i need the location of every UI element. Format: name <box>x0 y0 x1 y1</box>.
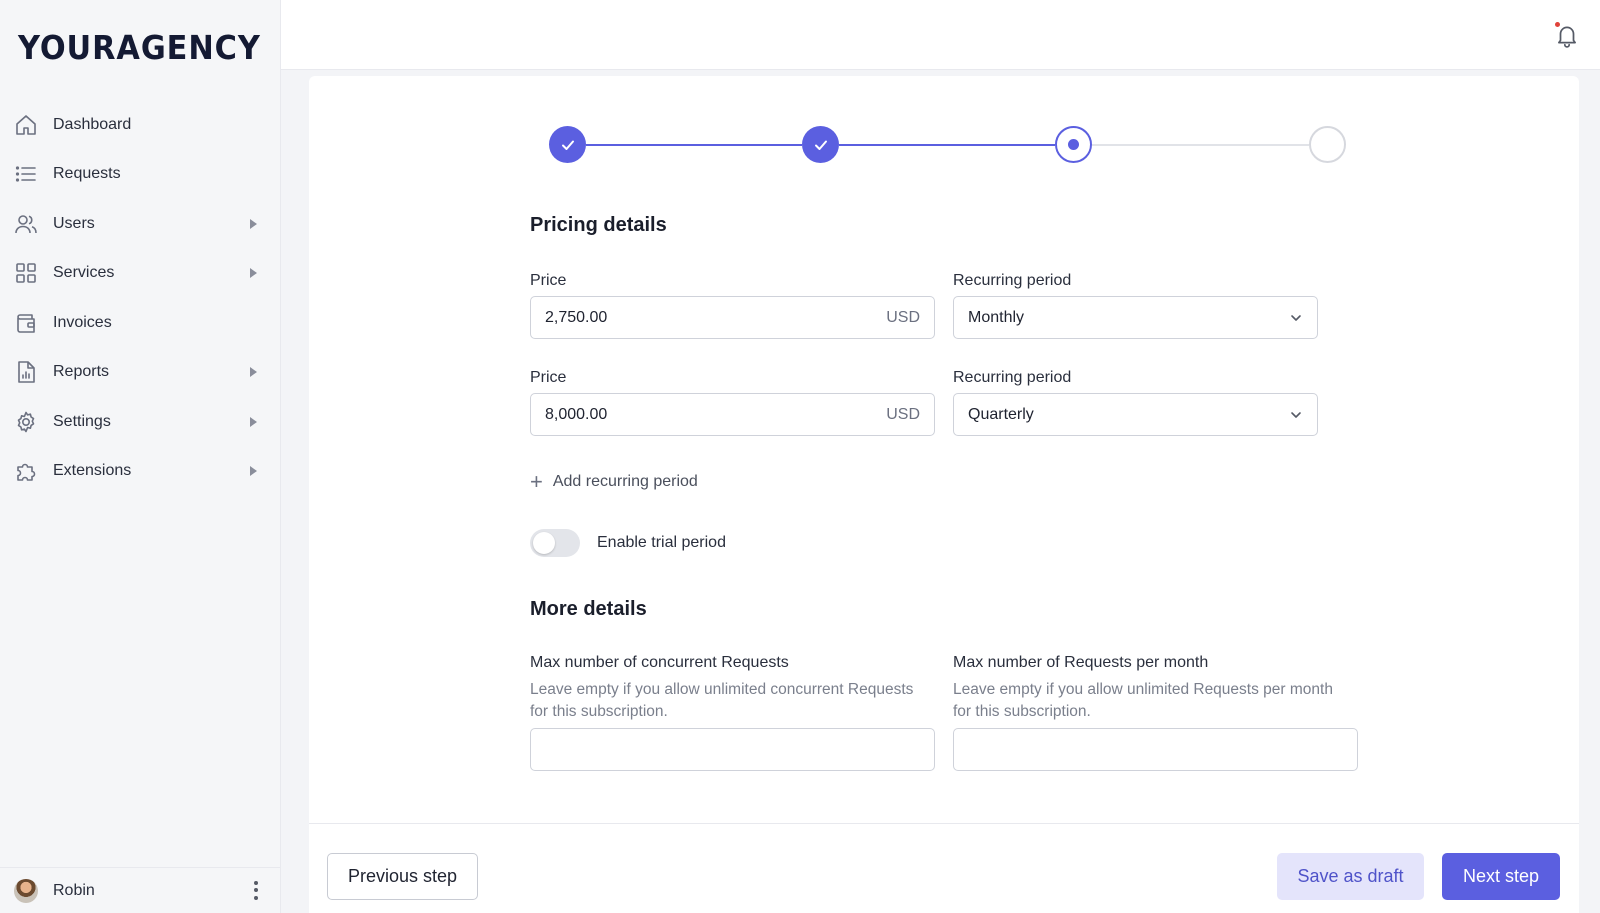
sidebar-item-reports[interactable]: Reports <box>0 348 281 398</box>
sidebar-item-label: Dashboard <box>53 115 132 133</box>
step-2[interactable] <box>802 126 839 163</box>
check-icon <box>814 140 827 150</box>
chevron-down-icon <box>1291 411 1301 418</box>
wallet-icon <box>14 311 38 335</box>
recurring-period-value: Quarterly <box>968 405 1034 423</box>
sidebar-item-invoices[interactable]: Invoices <box>0 298 281 348</box>
sidebar-item-services[interactable]: Services <box>0 249 281 299</box>
sidebar-nav: Dashboard Requests Users Services Invoic… <box>0 100 281 496</box>
step-4[interactable] <box>1309 126 1346 163</box>
sidebar-item-label: Users <box>53 214 95 232</box>
sidebar-item-extensions[interactable]: Extensions <box>0 447 281 497</box>
toggle-knob <box>533 532 555 554</box>
sidebar: YOURAGENCY Dashboard Requests Users Serv… <box>0 0 281 913</box>
requests-per-month-help: Leave empty if you allow unlimited Reque… <box>953 679 1333 723</box>
sidebar-item-label: Invoices <box>53 313 112 331</box>
help-text-line: Leave empty if you allow unlimited Reque… <box>953 681 1333 698</box>
currency-suffix: USD <box>886 308 920 326</box>
price-label: Price <box>530 272 567 289</box>
avatar <box>14 878 38 903</box>
sidebar-item-requests[interactable]: Requests <box>0 150 281 200</box>
sidebar-item-label: Services <box>53 264 115 282</box>
gear-icon <box>14 410 38 434</box>
price-value: 8,000.00 <box>545 405 608 423</box>
price-value: 2,750.00 <box>545 308 608 326</box>
trial-period-label: Enable trial period <box>597 534 726 551</box>
sidebar-item-dashboard[interactable]: Dashboard <box>0 100 281 150</box>
unread-badge <box>1555 22 1560 27</box>
puzzle-icon <box>14 459 38 483</box>
step-connector <box>1092 144 1309 146</box>
users-icon <box>14 212 38 236</box>
sidebar-item-label: Settings <box>53 412 111 430</box>
recurring-period-label: Recurring period <box>953 369 1072 386</box>
plus-icon: + <box>530 469 543 494</box>
check-icon <box>561 140 574 150</box>
more-details-section-title: More details <box>530 598 647 620</box>
submenu-arrow-icon <box>250 466 257 477</box>
step-connector <box>586 144 802 146</box>
top-bar <box>281 0 1600 70</box>
help-text-line: for this subscription. <box>953 703 1091 720</box>
requests-per-month-input[interactable] <box>953 728 1358 771</box>
submenu-arrow-icon <box>250 367 257 378</box>
add-recurring-period-label: Add recurring period <box>552 473 698 490</box>
home-icon <box>14 113 38 137</box>
sidebar-item-label: Reports <box>53 363 110 381</box>
step-1[interactable] <box>549 126 586 163</box>
sidebar-item-label: Extensions <box>53 462 132 480</box>
more-options-icon[interactable] <box>249 880 263 902</box>
concurrent-requests-input[interactable] <box>530 728 935 771</box>
price-input[interactable]: 2,750.00 USD <box>530 296 935 339</box>
concurrent-requests-label: Max number of concurrent Requests <box>530 654 789 671</box>
recurring-period-select[interactable]: Quarterly <box>953 393 1318 436</box>
step-connector <box>839 144 1055 146</box>
list-icon <box>14 162 38 186</box>
step-3[interactable] <box>1055 126 1092 163</box>
submenu-arrow-icon <box>250 416 257 427</box>
next-step-button[interactable]: Next step <box>1442 853 1560 900</box>
currency-suffix: USD <box>886 405 920 423</box>
user-profile[interactable]: Robin <box>0 867 281 913</box>
requests-per-month-label: Max number of Requests per month <box>953 654 1209 671</box>
report-icon <box>14 360 38 384</box>
submenu-arrow-icon <box>250 218 257 229</box>
help-text-line: for this subscription. <box>530 703 668 720</box>
previous-step-button[interactable]: Previous step <box>327 853 478 900</box>
price-input[interactable]: 8,000.00 USD <box>530 393 935 436</box>
concurrent-requests-help: Leave empty if you allow unlimited concu… <box>530 679 913 723</box>
pricing-section-title: Pricing details <box>530 214 667 236</box>
sidebar-item-users[interactable]: Users <box>0 199 281 249</box>
recurring-period-label: Recurring period <box>953 272 1072 289</box>
form-card: Pricing details Price 2,750.00 USD Recur… <box>309 76 1579 913</box>
form-footer: Previous step Save as draft Next step <box>309 823 1579 913</box>
sidebar-item-settings[interactable]: Settings <box>0 397 281 447</box>
save-as-draft-button[interactable]: Save as draft <box>1277 853 1424 900</box>
stepper <box>549 126 1346 164</box>
help-text-line: Leave empty if you allow unlimited concu… <box>530 681 914 698</box>
recurring-period-select[interactable]: Monthly <box>953 296 1318 339</box>
trial-period-toggle[interactable] <box>530 529 580 557</box>
price-label: Price <box>530 369 567 386</box>
recurring-period-value: Monthly <box>968 308 1025 326</box>
submenu-arrow-icon <box>250 268 257 279</box>
add-recurring-period-button[interactable]: + Add recurring period <box>530 471 698 493</box>
grid-icon <box>14 261 38 285</box>
chevron-down-icon <box>1291 314 1301 321</box>
user-name: Robin <box>53 881 95 899</box>
app-logo[interactable]: YOURAGENCY <box>18 28 261 67</box>
sidebar-item-label: Requests <box>53 165 121 183</box>
